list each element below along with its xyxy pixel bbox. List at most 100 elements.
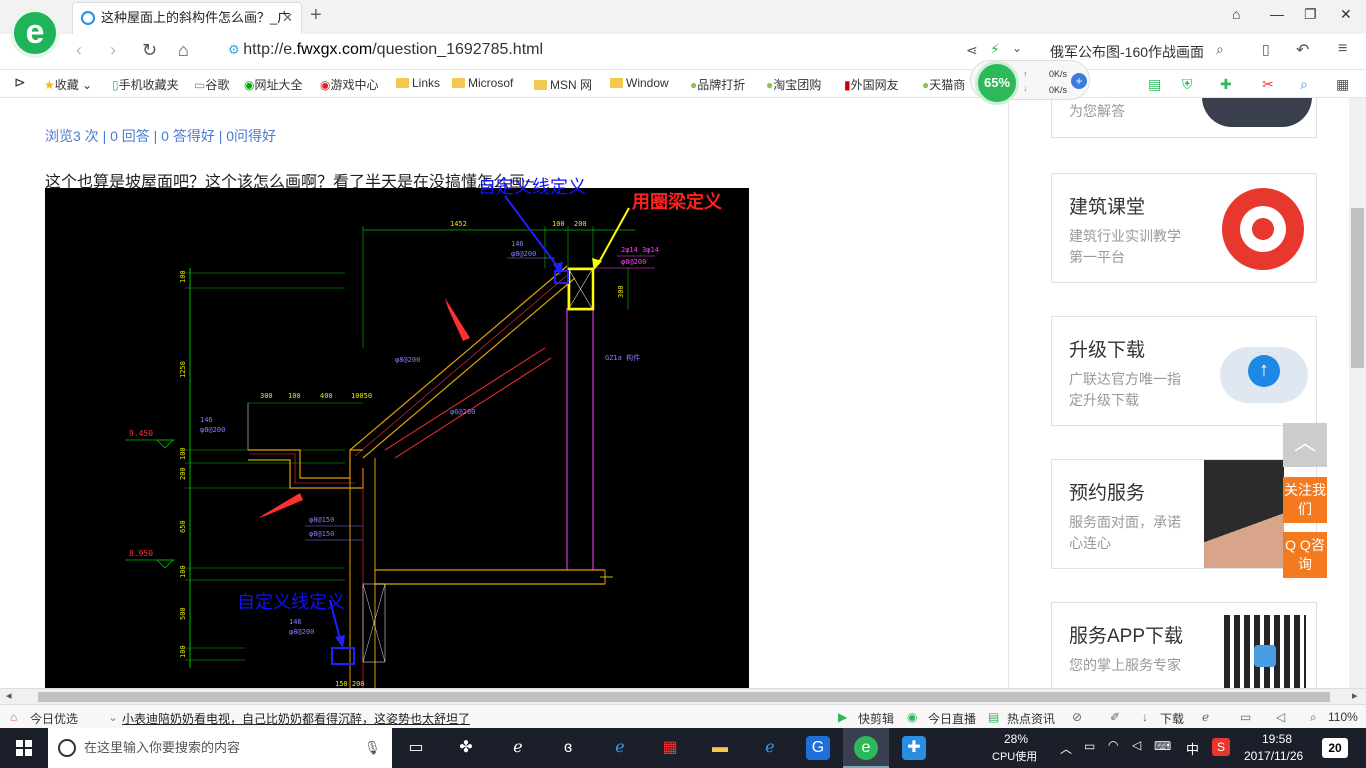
bookmark-folder[interactable]: Microsof	[452, 76, 513, 90]
rebar-text: φ8@200	[621, 258, 646, 266]
download-link[interactable]: 下载	[1160, 710, 1184, 727]
undo-icon[interactable]: ↶	[1296, 40, 1309, 60]
ime-indicator[interactable]: 中	[1186, 739, 1199, 758]
rebar-text: φ8@200	[200, 426, 225, 434]
dim-text: 300	[617, 285, 625, 298]
ie-icon[interactable]: ℯ	[506, 736, 530, 760]
bookmark-item[interactable]: ●品牌打折	[690, 76, 745, 93]
bookmark-item[interactable]: ●淘宝团购	[766, 76, 821, 93]
news-ticker-link[interactable]: 小表迪陪奶奶看电视，自己比奶奶都看得沉醉，这姿势也太舒坦了	[122, 710, 470, 727]
pin-icon[interactable]: ✐	[1110, 710, 1120, 724]
speedup-icon[interactable]: +	[1071, 73, 1087, 89]
bookmark-item[interactable]: ◉网址大全	[244, 76, 303, 93]
zoom-level[interactable]: 110%	[1328, 710, 1358, 724]
sidebar-card[interactable]: 升级下载 广联达官方唯一指定升级下载 ↑	[1051, 316, 1317, 426]
question-stats[interactable]: 浏览3 次 | 0 回答 | 0 答得好 | 0问得好	[45, 126, 276, 146]
network-speed-widget[interactable]: 65% ↑ ↓ 0K/s 0K/s +	[970, 60, 1090, 105]
horizontal-scrollbar[interactable]: ◂ ▸	[0, 688, 1366, 704]
sidebar-card[interactable]: 为您解答	[1051, 98, 1317, 138]
reload-icon[interactable]: ↻	[142, 40, 157, 61]
notification-badge[interactable]: 20	[1322, 738, 1348, 758]
task-view-icon[interactable]: ▭	[404, 736, 428, 760]
glodon-app-icon[interactable]: G	[806, 736, 830, 760]
edge-icon[interactable]: ℯ	[608, 736, 632, 760]
speaker-icon[interactable]: ◁	[1132, 738, 1141, 752]
scissors-icon[interactable]: ✂	[1262, 76, 1274, 93]
scroll-thumb[interactable]	[1351, 208, 1364, 368]
hot-news-link[interactable]: 热点资讯	[1007, 710, 1055, 727]
sidebar-card[interactable]: 预约服务 服务面对面，承诺心连心	[1051, 459, 1317, 569]
sogou-icon[interactable]: S	[1212, 738, 1230, 756]
chevron-down-icon[interactable]: ⌄	[1012, 41, 1022, 55]
shield-icon[interactable]: ⛨	[1182, 76, 1193, 93]
minimize-icon[interactable]: —	[1270, 6, 1284, 22]
browser-logo[interactable]: e	[10, 8, 60, 58]
url-field[interactable]: ⚙ http://e.fwxgx.com/question_1692785.ht…	[228, 41, 543, 59]
kuaijian-link[interactable]: 快剪辑	[858, 710, 894, 727]
today-picks[interactable]: 今日优选	[30, 710, 78, 727]
live-link[interactable]: 今日直播	[928, 710, 976, 727]
scroll-left-icon[interactable]: ◂	[6, 689, 12, 702]
reader-icon[interactable]: ▤	[1148, 76, 1161, 93]
bookmark-item[interactable]: ◉游戏中心	[320, 76, 379, 93]
search-icon[interactable]: ⌕	[1216, 41, 1224, 58]
bookmark-item[interactable]: ●天猫商	[922, 76, 965, 93]
taskbar-search[interactable]: 在这里输入你要搜索的内容 🎙	[48, 728, 392, 768]
magnifier-icon[interactable]: ⌕	[1300, 76, 1308, 93]
sidebar-card[interactable]: 服务APP下载 您的掌上服务专家	[1051, 602, 1317, 688]
bookmark-folder[interactable]: Links	[396, 76, 440, 90]
grid-icon[interactable]: ▦	[1336, 76, 1349, 93]
browser-tab[interactable]: 这种屋面上的斜构件怎么画？_广 ✕	[72, 2, 302, 34]
translate-icon[interactable]: ✚	[1220, 76, 1232, 93]
close-tab-icon[interactable]: ✕	[282, 3, 293, 33]
vertical-scrollbar[interactable]	[1349, 98, 1366, 688]
bookmark-folder[interactable]: MSN 网	[534, 76, 592, 93]
menu-icon[interactable]: ≡	[1338, 40, 1347, 58]
sidebar-card[interactable]: 建筑课堂 建筑行业实训教学第一平台	[1051, 173, 1317, 283]
scroll-thumb[interactable]	[38, 692, 1330, 702]
volume-icon[interactable]: ◁	[1276, 710, 1285, 724]
bookmark-item[interactable]: ▯手机收藏夹	[112, 76, 179, 93]
back-icon[interactable]: ‹	[76, 40, 82, 61]
close-window-icon[interactable]: ✕	[1340, 6, 1352, 23]
microphone-icon[interactable]: 🎙	[364, 728, 381, 768]
lightning-icon[interactable]: ⚡	[990, 41, 1000, 58]
wifi-icon[interactable]: ◠	[1108, 738, 1118, 752]
shirt-icon[interactable]: ⌂	[1232, 6, 1240, 22]
plus-app-icon[interactable]: ✚	[902, 736, 926, 760]
dim-text: 500	[179, 607, 187, 620]
back-to-top-button[interactable]: ︿	[1283, 423, 1327, 467]
clock-time[interactable]: 19:58	[1262, 732, 1292, 746]
start-button[interactable]	[16, 740, 32, 756]
search-input[interactable]: 俄军公布图-160作战画面	[1050, 42, 1204, 62]
app-icon[interactable]: ɞ	[556, 736, 580, 760]
explorer-icon[interactable]: ▬	[708, 736, 732, 760]
chevron-down-icon[interactable]: ⌄	[108, 710, 118, 724]
browser-taskbar-button[interactable]: e	[843, 728, 889, 768]
clock-date[interactable]: 2017/11/26	[1244, 749, 1303, 763]
tray-up-icon[interactable]: ︿	[1060, 740, 1072, 757]
bookmark-item[interactable]: ★收藏 ⌄	[44, 76, 92, 93]
bookmark-item[interactable]: ▭谷歌	[194, 76, 229, 93]
home-icon[interactable]: ⌂	[178, 40, 189, 61]
speedup-icon[interactable]: ⊘	[1072, 710, 1082, 724]
ie-mode-icon[interactable]: ℯ	[1202, 710, 1209, 724]
keyboard-icon[interactable]: ⌨	[1154, 739, 1171, 753]
restore-icon[interactable]: ❐	[1304, 6, 1317, 23]
bookmark-item[interactable]: ▮外国网友	[844, 76, 899, 93]
window-icon[interactable]: ▭	[1240, 710, 1251, 724]
qq-consult-button[interactable]: Q Q咨询	[1283, 532, 1327, 578]
scroll-right-icon[interactable]: ▸	[1352, 689, 1358, 702]
battery-icon[interactable]: ▭	[1084, 739, 1095, 753]
upload-speed: 0K/s	[1049, 69, 1068, 79]
forward-icon[interactable]: ›	[110, 40, 116, 61]
sidebar-toggle-icon[interactable]: ⊳	[14, 74, 26, 91]
mobile-icon[interactable]: ▯	[1262, 41, 1270, 58]
ie-blue-icon[interactable]: ℯ	[758, 736, 782, 760]
bookmark-folder[interactable]: Window	[610, 76, 669, 90]
store-icon[interactable]: ▦	[658, 736, 682, 760]
new-tab-button[interactable]: +	[310, 4, 322, 27]
share-icon[interactable]: ⋖	[966, 42, 978, 59]
fan-app-icon[interactable]: ✤	[454, 736, 478, 760]
follow-us-button[interactable]: 关注我们	[1283, 477, 1327, 523]
